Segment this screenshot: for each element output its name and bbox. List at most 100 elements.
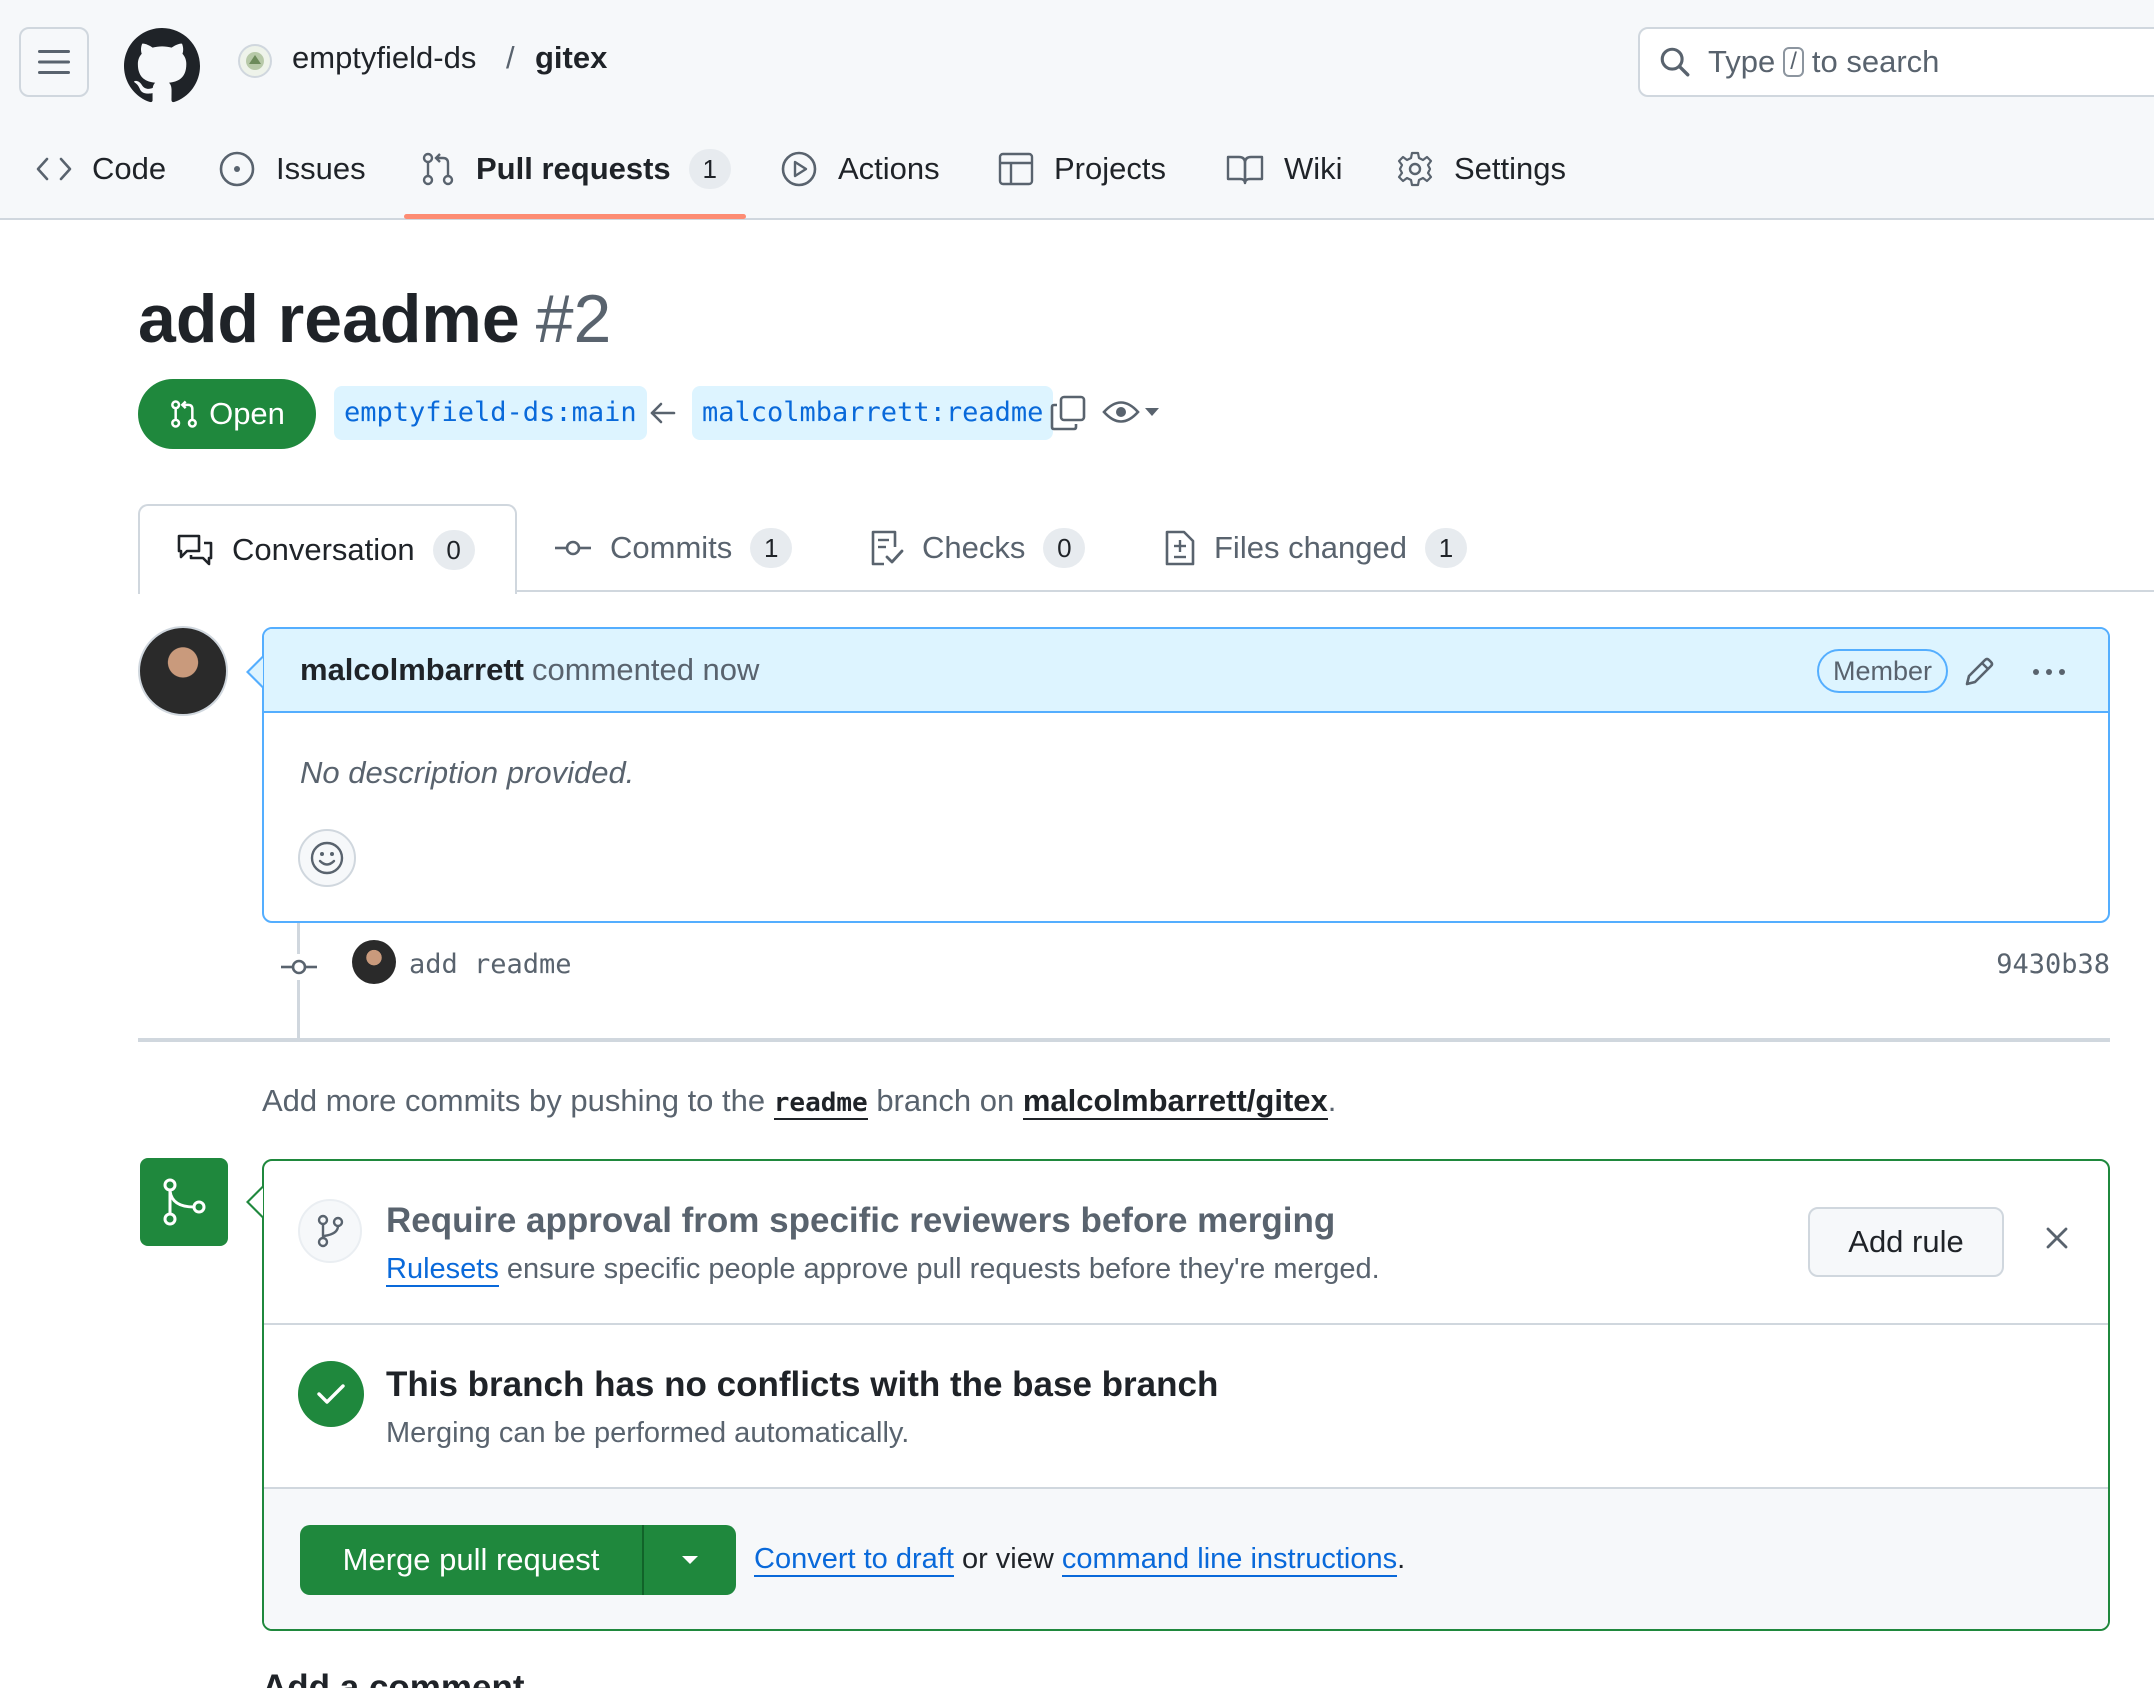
tab-commits-label: Commits [610, 530, 733, 565]
comment-body: No description provided. [300, 755, 635, 790]
add-reaction-button[interactable] [298, 829, 356, 887]
arrow-left-icon [650, 402, 676, 424]
commit-sha-link[interactable]: 9430b38 [1996, 949, 2110, 980]
git-branch-icon [317, 1214, 344, 1248]
comment-discussion-icon [177, 534, 213, 566]
smiley-icon [310, 841, 344, 875]
commit-author-avatar[interactable] [352, 940, 396, 984]
pull-requests-count: 1 [688, 149, 731, 189]
tab-checks[interactable]: Checks 0 [870, 504, 1086, 592]
or-view-text: or view [961, 1543, 1054, 1575]
nav-wiki-label: Wiki [1284, 151, 1343, 186]
merge-alternatives: Convert to draft or view command line in… [754, 1543, 1406, 1577]
pull-request-open-icon [171, 400, 197, 428]
table-icon [998, 152, 1034, 186]
base-branch-link[interactable]: emptyfield-ds:main [334, 386, 647, 440]
org-logo-icon [246, 52, 264, 70]
comment-author-link[interactable]: malcolmbarrett [300, 652, 524, 688]
rulesets-link[interactable]: Rulesets [386, 1253, 499, 1287]
merge-status-icon-badge [140, 1158, 228, 1246]
breadcrumb-separator: / [506, 40, 515, 75]
comment-card: malcolmbarrett commented now Member No d… [262, 627, 2110, 923]
role-badge: Member [1816, 649, 1948, 693]
pull-request-icon [422, 152, 454, 186]
github-logo-icon[interactable] [124, 28, 200, 104]
push-hint-branch-link[interactable]: readme [773, 1088, 868, 1120]
nav-settings[interactable]: Settings [1396, 138, 1566, 200]
pencil-icon[interactable] [1962, 655, 1996, 689]
search-input[interactable]: Type / to search [1638, 27, 2154, 97]
merge-alternatives-period: . [1397, 1543, 1406, 1575]
gear-icon [1397, 151, 1433, 187]
tab-commits-count: 1 [750, 528, 793, 568]
org-avatar[interactable] [238, 44, 272, 78]
tab-commits[interactable]: Commits 1 [554, 504, 793, 592]
kebab-horizontal-icon[interactable] [2030, 655, 2068, 689]
add-rule-button[interactable]: Add rule [1808, 1207, 2004, 1277]
copy-icon[interactable] [1049, 394, 1087, 432]
caret-down-icon [1145, 408, 1159, 416]
close-icon[interactable] [2044, 1225, 2070, 1251]
nav-issues-label: Issues [276, 151, 366, 186]
avatar[interactable] [138, 626, 228, 716]
comment-pointer-fill [249, 658, 263, 686]
status-label: Open [209, 396, 285, 431]
code-icon [36, 157, 72, 181]
nav-actions-label: Actions [838, 151, 940, 186]
nav-active-indicator [404, 214, 746, 219]
issue-icon [219, 151, 255, 187]
merge-box-pointer-fill [249, 1188, 263, 1216]
push-hint: Add more commits by pushing to the readm… [262, 1083, 1337, 1120]
page-title: add readme #2 [138, 280, 611, 358]
nav-projects[interactable]: Projects [998, 138, 1166, 200]
search-icon [1660, 47, 1690, 77]
push-hint-repo-link[interactable]: malcolmbarrett/gitex [1022, 1083, 1328, 1120]
pr-number: #2 [535, 281, 612, 357]
eye-icon [1102, 401, 1140, 423]
nav-issues[interactable]: Issues [218, 138, 366, 200]
repo-header: emptyfield-ds / gitex Type / to search C… [0, 0, 2154, 220]
status-badge: Open [138, 379, 316, 449]
tab-files-changed-count: 1 [1425, 528, 1468, 568]
ruleset-description: Rulesets ensure specific people approve … [386, 1253, 1380, 1287]
ruleset-suggestion: Require approval from specific reviewers… [264, 1161, 2108, 1325]
git-commit-icon [280, 954, 318, 980]
merge-status: This branch has no conflicts with the ba… [264, 1325, 2108, 1489]
menu-button[interactable] [19, 27, 89, 97]
add-comment-heading: Add a comment [262, 1668, 525, 1688]
caret-down-icon [682, 1556, 698, 1564]
tab-conversation[interactable]: Conversation 0 [138, 504, 517, 594]
nav-code[interactable]: Code [36, 138, 166, 200]
tab-checks-label: Checks [922, 530, 1026, 565]
merge-actions: Merge pull request Convert to draft or v… [264, 1489, 2108, 1629]
command-line-instructions-link[interactable]: command line instructions [1061, 1543, 1398, 1577]
breadcrumb-repo-link[interactable]: gitex [535, 40, 607, 76]
head-branch-link[interactable]: malcolmbarrett:readme [692, 386, 1054, 440]
tab-checks-count: 0 [1043, 528, 1086, 568]
checklist-icon [871, 530, 904, 566]
play-icon [781, 151, 817, 187]
merge-pull-request-button[interactable]: Merge pull request [300, 1525, 644, 1595]
nav-wiki[interactable]: Wiki [1226, 138, 1343, 200]
check-icon [317, 1384, 345, 1404]
watch-dropdown[interactable] [1102, 397, 1160, 427]
convert-to-draft-link[interactable]: Convert to draft [754, 1543, 954, 1577]
tab-conversation-count: 0 [432, 530, 475, 570]
git-commit-icon [555, 540, 591, 556]
nav-projects-label: Projects [1054, 151, 1166, 186]
merge-options-dropdown[interactable] [644, 1525, 736, 1595]
ruleset-description-text: ensure specific people approve pull requ… [506, 1253, 1380, 1285]
nav-code-label: Code [92, 151, 167, 186]
merge-button-group: Merge pull request [300, 1525, 736, 1595]
comment-timestamp: commented now [531, 652, 760, 687]
merge-status-subtitle: Merging can be performed automatically. [386, 1417, 910, 1449]
tab-files-changed[interactable]: Files changed 1 [1164, 504, 1468, 592]
book-icon [1226, 155, 1264, 185]
breadcrumb-org-link[interactable]: emptyfield-ds [292, 40, 476, 76]
comment-header: malcolmbarrett commented now Member [264, 629, 2108, 713]
nav-actions[interactable]: Actions [780, 138, 940, 200]
push-hint-before: Add more commits by pushing to the [262, 1083, 766, 1118]
push-hint-end: . [1327, 1083, 1337, 1118]
nav-pull-requests[interactable]: Pull requests 1 [420, 138, 731, 200]
commit-message-link[interactable]: add readme [409, 949, 572, 980]
